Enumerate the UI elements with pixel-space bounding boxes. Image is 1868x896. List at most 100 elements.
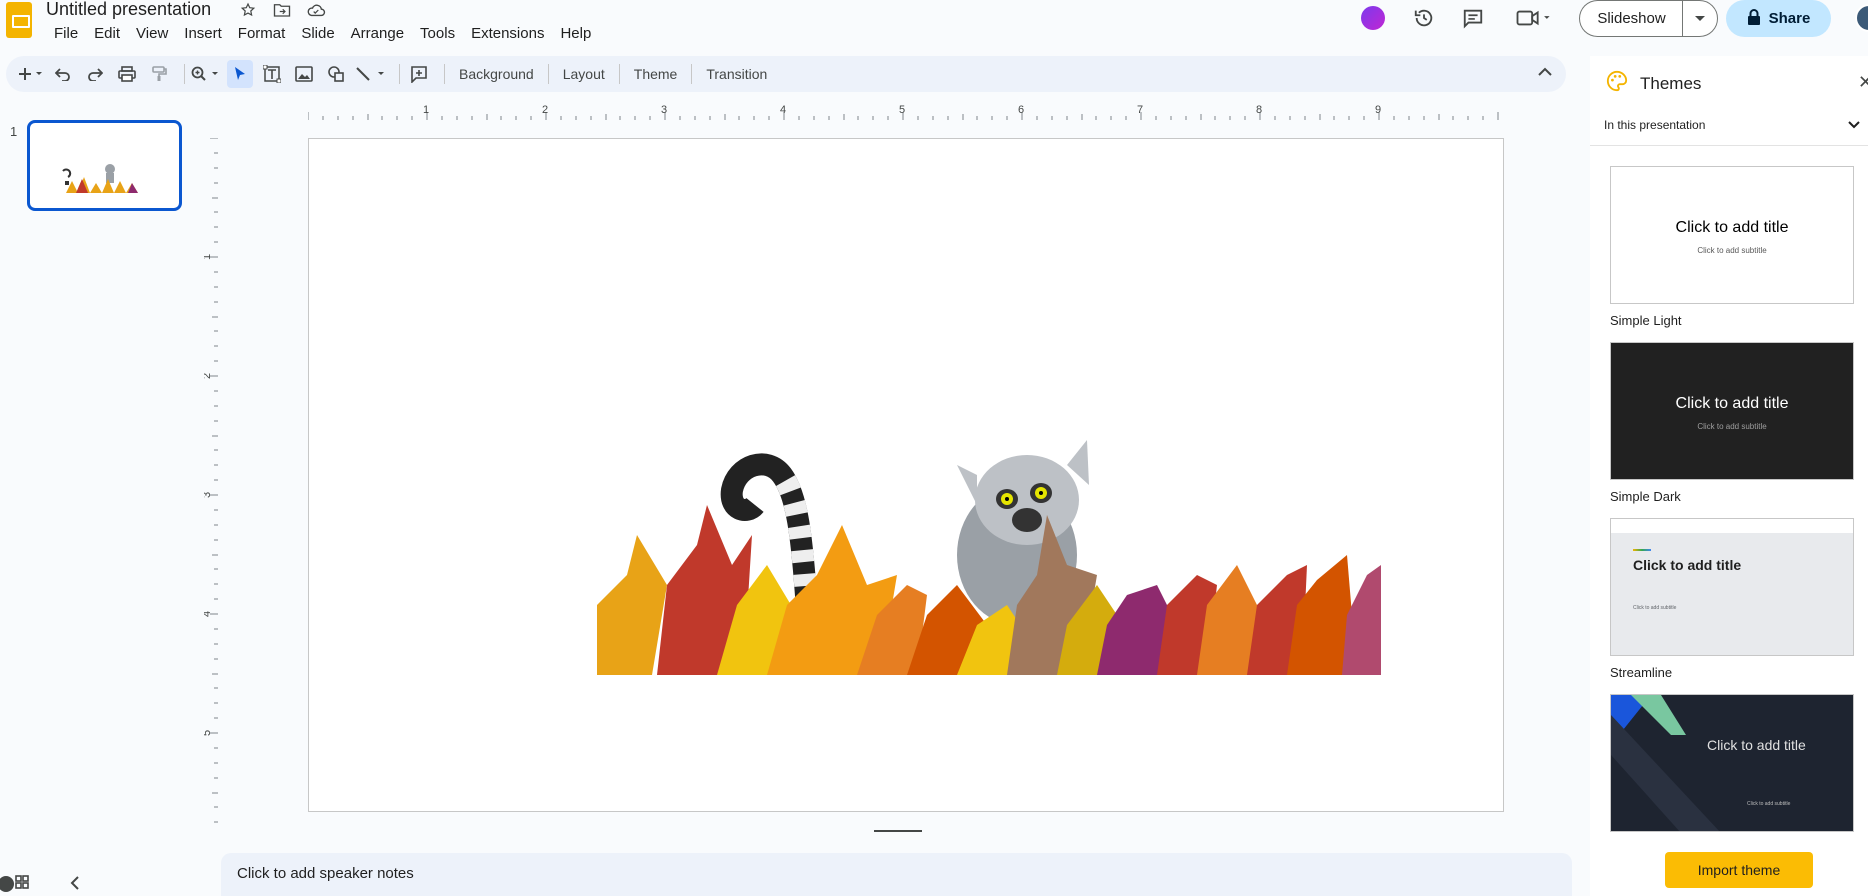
horizontal-ruler: 1 2 3 4 5 6 7 8 9 (308, 104, 1499, 120)
menu-extensions[interactable]: Extensions (463, 24, 552, 44)
streamline-bg (1611, 533, 1853, 655)
menu-insert[interactable]: Insert (176, 24, 230, 44)
theme-card-subtitle: Click to add subtitle (1747, 801, 1791, 807)
ruler-label: 2 (542, 104, 548, 116)
undo-icon[interactable] (50, 60, 76, 88)
ruler-label: 3 (661, 104, 667, 116)
select-tool-icon[interactable] (227, 60, 253, 88)
toolbar-divider (444, 64, 445, 84)
slide-canvas[interactable] (308, 138, 1504, 812)
themes-filter-dropdown[interactable]: In this presentation (1604, 118, 1868, 140)
theme-card-streamline[interactable]: Click to add title Click to add subtitle (1610, 518, 1854, 656)
theme-name: Streamline (1610, 665, 1673, 680)
streamline-accent (1633, 549, 1651, 551)
toolbar-divider (547, 64, 549, 84)
toolbar-divider (399, 64, 400, 84)
text-box-icon[interactable] (259, 60, 285, 88)
theme-card-subtitle: Click to add subtitle (1697, 422, 1767, 431)
layout-button[interactable]: Layout (555, 60, 613, 88)
toolbar: Background Layout Theme Transition (6, 56, 1566, 92)
shape-icon[interactable] (323, 60, 349, 88)
menu-tools[interactable]: Tools (412, 24, 463, 44)
ruler-label: 1 (204, 254, 213, 260)
share-button[interactable]: Share (1726, 0, 1831, 37)
chevron-down-icon (1848, 118, 1860, 140)
ruler-label: 8 (1256, 104, 1262, 116)
themes-panel: Themes ✕ In this presentation Click to a… (1590, 56, 1868, 896)
meet-icon[interactable] (1512, 6, 1556, 30)
star-icon[interactable] (238, 0, 258, 20)
collapse-filmstrip-icon[interactable] (70, 876, 80, 895)
ruler-label: 4 (780, 104, 786, 116)
theme-name: Simple Light (1610, 313, 1682, 328)
import-theme-button[interactable]: Import theme (1665, 852, 1813, 888)
image-icon[interactable] (291, 60, 317, 88)
menu-format[interactable]: Format (230, 24, 294, 44)
themes-panel-title: Themes (1640, 73, 1702, 93)
theme-card-simple-light[interactable]: Click to add title Click to add subtitle (1610, 166, 1854, 304)
close-icon[interactable]: ✕ (1858, 72, 1868, 93)
themes-filter-label: In this presentation (1604, 118, 1706, 132)
ruler-label: 4 (204, 611, 213, 617)
menu-view[interactable]: View (128, 24, 176, 44)
ruler-label: 3 (204, 492, 213, 498)
collapse-toolbar-icon[interactable] (1538, 64, 1552, 82)
zoom-icon[interactable] (191, 60, 221, 88)
comments-icon[interactable] (1460, 6, 1486, 30)
theme-card-title: Click to add title (1675, 395, 1789, 412)
theme-card-subtitle: Click to add subtitle (1697, 246, 1767, 255)
toolbar-divider (691, 64, 693, 84)
theme-card-title: Click to add title (1633, 557, 1742, 573)
slide-number: 1 (10, 124, 18, 139)
theme-button[interactable]: Theme (626, 60, 686, 88)
cloud-saved-icon[interactable] (306, 0, 326, 20)
notes-resize-handle[interactable] (874, 830, 922, 832)
vertical-ruler: 1 2 3 4 5 (204, 138, 218, 823)
redo-icon[interactable] (82, 60, 108, 88)
theme-name: Simple Dark (1610, 489, 1681, 504)
theme-card-subtitle: Click to add subtitle (1633, 605, 1677, 611)
slideshow-dropdown[interactable] (1682, 0, 1718, 37)
paint-format-icon[interactable] (146, 60, 172, 88)
ruler-label: 9 (1375, 104, 1381, 116)
theme-card-focus[interactable]: Click to add title Click to add subtitle (1610, 694, 1854, 832)
ruler-label: 1 (423, 104, 429, 116)
slideshow-button[interactable]: Slideshow (1579, 0, 1683, 37)
background-button[interactable]: Background (451, 60, 542, 88)
ruler-label: 5 (899, 104, 905, 116)
menu-help[interactable]: Help (552, 24, 599, 44)
ruler-label: 7 (1137, 104, 1143, 116)
menu-arrange[interactable]: Arrange (343, 24, 412, 44)
speaker-notes[interactable]: Click to add speaker notes (221, 853, 1572, 896)
menu-bar: File Edit View Insert Format Slide Arran… (46, 24, 599, 44)
share-label: Share (1768, 10, 1811, 27)
print-icon[interactable] (114, 60, 140, 88)
palette-icon (1606, 70, 1628, 97)
panel-divider (1590, 145, 1868, 146)
add-comment-icon[interactable] (406, 60, 432, 88)
lock-icon (1747, 8, 1761, 29)
version-history-icon[interactable] (1411, 6, 1437, 30)
theme-card-title: Click to add title (1707, 737, 1806, 753)
menu-edit[interactable]: Edit (86, 24, 128, 44)
theme-card-simple-dark[interactable]: Click to add title Click to add subtitle (1610, 342, 1854, 480)
transition-button[interactable]: Transition (698, 60, 775, 88)
menu-slide[interactable]: Slide (293, 24, 342, 44)
ruler-label: 2 (204, 373, 213, 379)
ruler-label: 5 (204, 730, 213, 736)
autumn-leaves-lemur-image[interactable] (597, 435, 1381, 675)
theme-card-title: Click to add title (1675, 219, 1789, 236)
avatar[interactable] (1855, 4, 1868, 32)
new-slide-button[interactable] (18, 60, 44, 88)
document-title[interactable]: Untitled presentation (46, 0, 211, 20)
slides-logo[interactable] (6, 2, 32, 38)
toolbar-divider (184, 64, 185, 84)
gemini-icon[interactable] (1361, 6, 1385, 30)
slide-thumbnail[interactable] (27, 120, 182, 211)
ruler-label: 6 (1018, 104, 1024, 116)
move-folder-icon[interactable] (272, 0, 292, 20)
toolbar-divider (618, 64, 620, 84)
menu-file[interactable]: File (46, 24, 86, 44)
line-icon[interactable] (355, 60, 387, 88)
grid-view-icon[interactable] (0, 870, 30, 896)
